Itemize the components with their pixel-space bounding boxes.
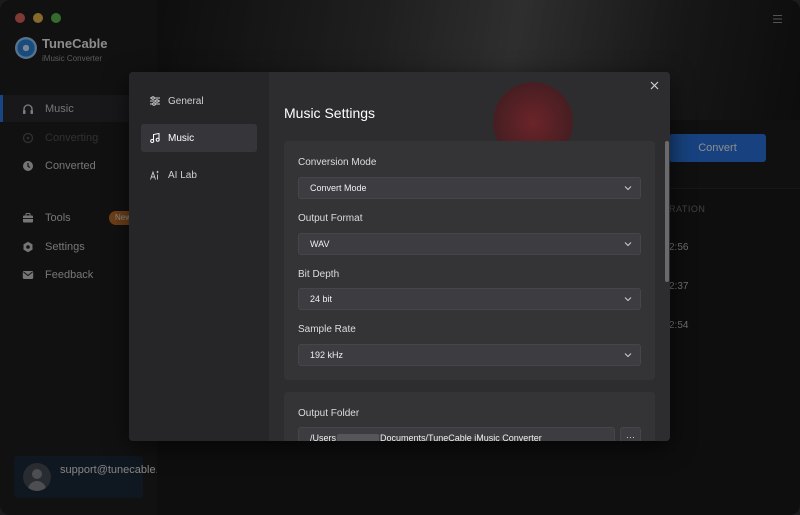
tab-ai-lab[interactable]: AI Lab <box>141 161 257 189</box>
chevron-down-icon <box>624 297 632 302</box>
select-value: 24 bit <box>310 294 333 304</box>
sliders-icon <box>150 96 160 106</box>
tab-label: Music <box>168 132 195 144</box>
output-folder-label: Output Folder <box>298 408 360 419</box>
dialog-title: Music Settings <box>284 105 376 121</box>
conversion-mode-label: Conversion Mode <box>298 157 377 168</box>
select-value: 192 kHz <box>310 350 344 360</box>
output-format-select[interactable]: WAV <box>298 233 641 255</box>
app-window: TuneCable iMusic Converter Music Convert… <box>0 0 800 515</box>
select-value: Convert Mode <box>310 183 367 193</box>
settings-dialog: General Music AI Lab Music Settings Conv… <box>129 72 670 441</box>
chevron-down-icon <box>624 242 632 247</box>
browse-folder-button[interactable]: ··· <box>620 427 641 441</box>
tab-label: AI Lab <box>168 169 197 181</box>
tab-general[interactable]: General <box>141 87 257 115</box>
settings-nav: General Music AI Lab <box>129 72 269 441</box>
close-icon <box>650 81 658 89</box>
output-folder-field[interactable]: /Users Documents/TuneCable iMusic Convert… <box>298 427 615 441</box>
sample-rate-select[interactable]: 192 kHz <box>298 344 641 366</box>
path-suffix: Documents/TuneCable iMusic Converter <box>380 433 542 441</box>
sample-rate-label: Sample Rate <box>298 324 356 335</box>
music-note-icon <box>150 133 160 143</box>
ai-icon <box>150 170 160 180</box>
settings-content: Music Settings Conversion Mode Convert M… <box>269 72 670 441</box>
chevron-down-icon <box>624 353 632 358</box>
redacted-username <box>337 433 380 441</box>
conversion-mode-select[interactable]: Convert Mode <box>298 177 641 199</box>
bit-depth-label: Bit Depth <box>298 269 340 280</box>
output-folder-panel: Output Folder /Users Documents/TuneCable … <box>284 392 655 441</box>
tab-label: General <box>168 95 204 107</box>
path-prefix: /Users <box>310 433 337 441</box>
settings-scrollbar[interactable] <box>665 141 669 282</box>
close-dialog-button[interactable] <box>648 79 660 91</box>
select-value: WAV <box>310 239 330 249</box>
bit-depth-select[interactable]: 24 bit <box>298 288 641 310</box>
music-settings-panel: Conversion Mode Convert Mode Output Form… <box>284 141 655 380</box>
chevron-down-icon <box>624 186 632 191</box>
tab-music[interactable]: Music <box>141 124 257 152</box>
output-format-label: Output Format <box>298 213 363 224</box>
